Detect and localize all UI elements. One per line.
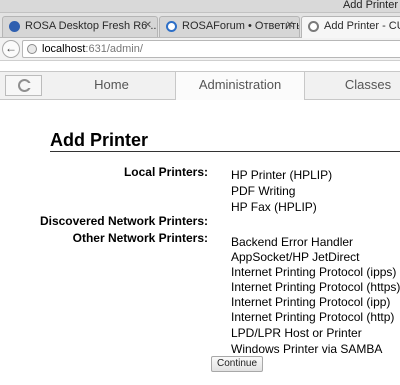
other-printers-label: Other Network Printers:	[72, 231, 208, 245]
cups-logo[interactable]	[5, 75, 42, 96]
tab-rosaforum[interactable]: ROSAForum • Ответить ✕	[159, 16, 300, 37]
heading-divider	[50, 151, 400, 152]
tab-label: ROSAForum • Ответить	[182, 20, 300, 32]
printer-option-hp-fax[interactable]: HP Fax (HPLIP)	[231, 200, 317, 214]
browser-toolbar: ← localhost:631/admin/	[0, 38, 400, 61]
cups-icon	[308, 21, 319, 32]
continue-button[interactable]: Continue	[211, 356, 263, 372]
page-title: Add Printer	[50, 130, 149, 150]
tab-label: Add Printer - CUPS	[324, 20, 400, 32]
url-text: localhost:631/admin/	[42, 43, 143, 55]
arrow-left-icon: ←	[5, 41, 17, 55]
globe-icon	[27, 44, 37, 54]
close-icon[interactable]: ✕	[286, 20, 294, 31]
close-icon[interactable]: ✕	[144, 20, 152, 31]
tab-add-printer[interactable]: Add Printer - CUPS	[301, 16, 400, 38]
printer-option-ipps[interactable]: Internet Printing Protocol (ipps)	[231, 265, 396, 279]
browser-tab-strip: ROSA Desktop Fresh R6 ... ✕ ROSAForum • …	[0, 13, 400, 38]
printer-option-lpd[interactable]: LPD/LPR Host or Printer	[231, 326, 362, 340]
printer-option-appsocket[interactable]: AppSocket/HP JetDirect	[231, 250, 360, 264]
forum-icon	[166, 21, 177, 32]
nav-home[interactable]: Home	[50, 72, 173, 99]
cups-logo-icon	[18, 79, 32, 92]
printer-option-pdf-writing[interactable]: PDF Writing	[231, 184, 295, 198]
printer-option-https[interactable]: Internet Printing Protocol (https)	[231, 280, 400, 294]
address-bar[interactable]: localhost:631/admin/	[22, 40, 400, 58]
window-title: Add Printer	[342, 0, 398, 11]
rosa-icon	[9, 21, 20, 32]
cups-nav-bar: Home Administration Classes	[0, 71, 400, 100]
local-printers-label: Local Printers:	[123, 165, 208, 179]
printer-option-samba[interactable]: Windows Printer via SAMBA	[231, 342, 382, 356]
nav-classes[interactable]: Classes	[306, 72, 400, 99]
tab-rosa-desktop[interactable]: ROSA Desktop Fresh R6 ... ✕	[2, 16, 158, 37]
window-titlebar: Add Printer	[0, 0, 400, 13]
printer-option-hp-printer[interactable]: HP Printer (HPLIP)	[231, 168, 332, 182]
printer-option-http[interactable]: Internet Printing Protocol (http)	[231, 310, 394, 324]
tab-label: ROSA Desktop Fresh R6 ...	[25, 20, 158, 32]
printer-option-backend-error[interactable]: Backend Error Handler	[231, 235, 353, 249]
printer-option-ipp[interactable]: Internet Printing Protocol (ipp)	[231, 295, 390, 309]
discovered-printers-label: Discovered Network Printers:	[39, 214, 208, 228]
nav-administration[interactable]: Administration	[175, 72, 305, 100]
back-button[interactable]: ←	[2, 40, 20, 58]
